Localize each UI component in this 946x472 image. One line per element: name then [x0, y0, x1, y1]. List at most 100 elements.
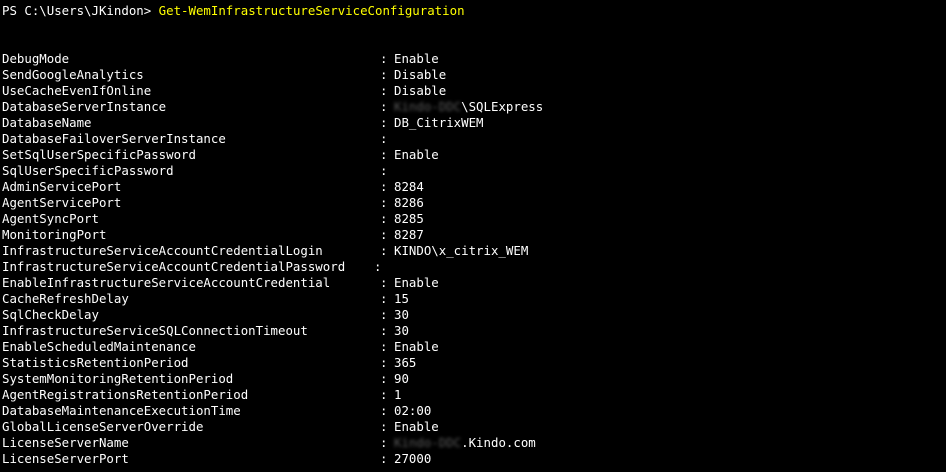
property-separator: : [380, 99, 388, 114]
property-value-text: 8284 [394, 179, 424, 194]
property-row: LicenseServerPort:27000 [2, 451, 946, 467]
property-name: InfrastructureServiceAccountCredentialLo… [2, 243, 323, 258]
property-value-text: .Kindo.com [461, 435, 536, 450]
property-value: Disable [394, 67, 446, 83]
property-separator: : [380, 67, 388, 82]
property-separator: : [380, 371, 388, 386]
command-text: Get-WemInfrastructureServiceConfiguratio… [158, 3, 465, 18]
property-separator: : [380, 115, 388, 130]
property-name: DatabaseName [2, 115, 92, 130]
property-name: AdminServicePort [2, 179, 122, 194]
redacted-text: Kindo-DDC [394, 99, 462, 114]
property-name: EnableInfrastructureServiceAccountCreden… [2, 275, 331, 290]
property-separator: : [380, 307, 388, 322]
property-separator: : [380, 323, 388, 338]
property-row: SystemMonitoringRetentionPeriod:90 [2, 371, 946, 387]
property-row: DatabaseFailoverServerInstance: [2, 131, 946, 147]
property-row: InfrastructureServiceSQLConnectionTimeou… [2, 323, 946, 339]
property-name: AgentServicePort [2, 195, 122, 210]
property-value-text: DB_CitrixWEM [394, 115, 484, 130]
property-value: 365 [394, 355, 416, 371]
property-row: EnableInfrastructureServiceAccountCreden… [2, 275, 946, 291]
property-name: DatabaseFailoverServerInstance [2, 131, 226, 146]
prompt-path: PS C:\Users\JKindon> [2, 3, 152, 18]
prompt-line: PS C:\Users\JKindon> Get-WemInfrastructu… [2, 3, 946, 19]
property-name: SendGoogleAnalytics [2, 67, 144, 82]
property-name: InfrastructureServiceSQLConnectionTimeou… [2, 323, 308, 338]
property-separator: : [380, 451, 388, 466]
property-value-text: 365 [394, 355, 417, 370]
property-row: MonitoringPort:8287 [2, 227, 946, 243]
property-row: SetSqlUserSpecificPassword: Enable [2, 147, 946, 163]
property-value-text: 15 [394, 291, 409, 306]
property-value-text: 90 [394, 371, 409, 386]
property-value: DB_CitrixWEM [394, 115, 484, 131]
redacted-text: Kindo-DDC [394, 435, 462, 450]
property-value-text: 8286 [394, 195, 424, 210]
property-value-text: 02:00 [394, 403, 432, 418]
property-row: AgentRegistrationsRetentionPeriod:1 [2, 387, 946, 403]
property-value-text: Disable [394, 83, 447, 98]
property-value: KINDO\x_citrix_WEM [394, 243, 528, 259]
property-name: LicenseServerName [2, 435, 129, 450]
property-value: Kindo-DDC.Kindo.com [394, 435, 536, 451]
property-name: DebugMode [2, 51, 70, 66]
property-row: GlobalLicenseServerOverride: Enable [2, 419, 946, 435]
property-name: MonitoringPort [2, 227, 107, 242]
property-value-text: 30 [394, 323, 409, 338]
property-separator: : [380, 147, 388, 162]
property-value: 02:00 [394, 403, 431, 419]
property-separator: : [380, 419, 388, 434]
property-row: UseCacheEvenIfOnline: Disable [2, 83, 946, 99]
property-row: SqlCheckDelay:30 [2, 307, 946, 323]
property-separator: : [380, 291, 388, 306]
powershell-console[interactable]: PS C:\Users\JKindon> Get-WemInfrastructu… [2, 3, 946, 472]
property-value: Kindo-DDC\SQLExpress [394, 99, 543, 115]
property-name: DatabaseMaintenanceExecutionTime [2, 403, 241, 418]
property-value-text: \SQLExpress [461, 99, 544, 114]
property-row: AgentServicePort:8286 [2, 195, 946, 211]
property-name: SetSqlUserSpecificPassword [2, 147, 196, 162]
property-value: Enable [394, 339, 439, 355]
property-value-text: Enable [394, 147, 439, 162]
property-value: 8284 [394, 179, 424, 195]
property-separator: : [374, 259, 382, 274]
property-separator: : [380, 227, 388, 242]
property-name: SqlCheckDelay [2, 307, 99, 322]
property-row: AdminServicePort:8284 [2, 179, 946, 195]
property-name: AgentSyncPort [2, 211, 99, 226]
property-separator: : [380, 243, 388, 258]
property-row: StatisticsRetentionPeriod:365 [2, 355, 946, 371]
property-row: LicenseServerName: Kindo-DDC.Kindo.com [2, 435, 946, 451]
property-separator: : [380, 355, 388, 370]
property-value-text: Enable [394, 275, 439, 290]
property-value-text: 8287 [394, 227, 424, 242]
property-value: Enable [394, 147, 439, 163]
property-row: SendGoogleAnalytics: Disable [2, 67, 946, 83]
property-row: CacheRefreshDelay:15 [2, 291, 946, 307]
property-row: AgentSyncPort:8285 [2, 211, 946, 227]
property-list: DebugMode: Enable SendGoogleAnalytics: Disa… [2, 51, 946, 467]
property-value: 90 [394, 371, 409, 387]
property-value: 30 [394, 307, 409, 323]
property-name: SqlUserSpecificPassword [2, 163, 174, 178]
property-separator: : [380, 275, 388, 290]
property-separator: : [380, 179, 388, 194]
property-separator: : [380, 163, 388, 178]
property-row: EnableScheduledMaintenance: Enable [2, 339, 946, 355]
property-name: UseCacheEvenIfOnline [2, 83, 152, 98]
property-name: StatisticsRetentionPeriod [2, 355, 189, 370]
property-value: 30 [394, 323, 409, 339]
property-value-text: 8285 [394, 211, 424, 226]
property-separator: : [380, 387, 388, 402]
property-value-text: 27000 [394, 451, 432, 466]
property-name: DatabaseServerInstance [2, 99, 167, 114]
property-value: Disable [394, 83, 446, 99]
property-value: Enable [394, 275, 439, 291]
property-value: 8286 [394, 195, 424, 211]
property-value: 8285 [394, 211, 424, 227]
property-row: DatabaseMaintenanceExecutionTime:02:00 [2, 403, 946, 419]
property-value-text: Enable [394, 339, 439, 354]
property-separator: : [380, 51, 388, 66]
